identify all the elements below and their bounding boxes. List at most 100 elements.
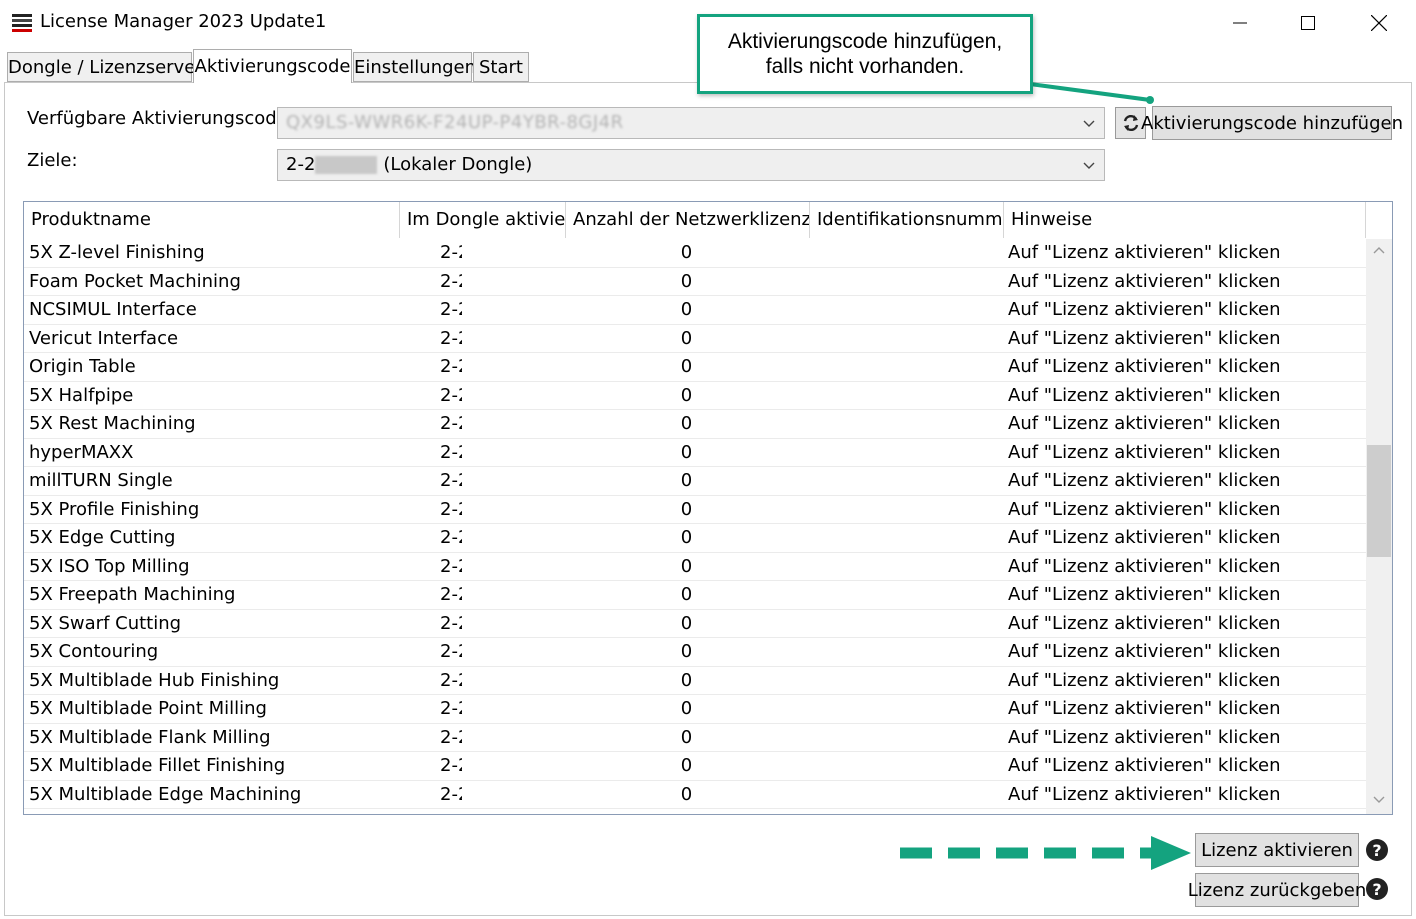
network-license-count: 0 [680, 327, 693, 349]
table-row[interactable]: 5X Multiblade Hub Finishing 2-2 0 Auf "Lize… [24, 667, 1366, 695]
table-row[interactable]: 5X Multiblade Point Milling 2-2 0 Auf "Lize… [24, 695, 1366, 724]
network-license-count: 0 [680, 413, 693, 434]
table-row[interactable]: 5X Freepath Machining 2-2 0 Auf "Lizenz akt… [24, 581, 1366, 610]
targets-suffix: (Lokaler Dongle) [383, 154, 533, 175]
product-name: 5X Edge Cutting [29, 527, 176, 548]
hint-text: Auf "Lizenz aktivieren" klicken [1008, 498, 1281, 520]
hint-text: Auf "Lizenz aktivieren" klicken [1008, 356, 1281, 377]
chevron-down-icon [1083, 120, 1095, 127]
product-name: NCSIMUL Interface [29, 299, 197, 320]
product-name: 5X Z-level Finishing [29, 242, 205, 263]
codes-label: Verfügbare Aktivierungscodes: [27, 108, 304, 129]
dongle-activated: 2-2 [440, 612, 462, 634]
product-name: 5X Multiblade Flank Milling [29, 726, 271, 748]
maximize-icon [1301, 16, 1315, 30]
table-row[interactable]: 5X Swarf Cutting 2-2 0 Auf "Lizenz aktivier… [24, 610, 1366, 638]
help-icon[interactable]: ? [1366, 839, 1388, 861]
chevron-down-icon [1083, 162, 1095, 169]
activation-codes-select[interactable]: QX9LS-WWR6K-F24UP-P4YBR-8GJ4R [277, 107, 1105, 139]
app-icon [12, 13, 32, 33]
table-row[interactable]: 5X Halfpipe 2-2 0 Auf "Lizenz aktivieren" k… [24, 382, 1366, 410]
return-license-button[interactable]: Lizenz zurückgeben [1188, 873, 1366, 907]
product-name: millTURN Single [29, 470, 173, 491]
dongle-activated: 2-2 [440, 498, 462, 520]
vertical-scrollbar[interactable] [1366, 239, 1392, 814]
minimize-icon [1233, 22, 1247, 24]
network-license-count: 0 [680, 698, 693, 719]
table-row[interactable]: hyperMAXX 2-2 0 Auf "Lizenz aktivieren" kli… [24, 439, 1366, 467]
dongle-activated: 2-2 [440, 641, 462, 662]
help-icon[interactable]: ? [1366, 878, 1388, 900]
network-license-count: 0 [680, 270, 693, 292]
scroll-down-icon[interactable] [1372, 795, 1386, 805]
activation-code-value: QX9LS-WWR6K-F24UP-P4YBR-8GJ4R [286, 112, 624, 133]
hint-text: Auf "Lizenz aktivieren" klicken [1008, 470, 1281, 491]
product-name: 5X Contouring [29, 641, 159, 662]
product-name: 5X Multiblade Point Milling [29, 698, 267, 719]
table-row[interactable]: 5X ISO Top Milling 2-2 0 Auf "Lizenz aktivi… [24, 553, 1366, 581]
tab-einstellungen[interactable]: Einstellungen [353, 52, 476, 82]
tab-dongle-lizenzserver[interactable]: Dongle / Lizenzserver [7, 52, 203, 82]
table-row[interactable]: 5X Multiblade Fillet Finishing 2-2 0 Auf "L… [24, 752, 1366, 781]
callout-line-2: falls nicht vorhanden. [765, 55, 965, 78]
network-license-count: 0 [680, 584, 693, 605]
close-icon [1371, 15, 1387, 31]
column-header-produktname[interactable]: Produktname [24, 202, 400, 238]
dongle-activated: 2-2 [440, 441, 462, 463]
arrow-right-icon [900, 836, 1191, 870]
scrollbar-thumb[interactable] [1367, 445, 1391, 557]
hint-text: Auf "Lizenz aktivieren" klicken [1008, 698, 1281, 719]
dongle-activated: 2-2 [440, 299, 462, 320]
column-header-netzwerklizenzen[interactable]: Anzahl der Netzwerklizenzen [566, 202, 810, 238]
column-header-dongle[interactable]: Im Dongle aktiviert [400, 202, 566, 238]
product-name: 5X Profile Finishing [29, 498, 200, 520]
hint-text: Auf "Lizenz aktivieren" klicken [1008, 299, 1281, 320]
table-row[interactable]: 5X Edge Cutting 2-2 0 Auf "Lizenz aktiviere… [24, 524, 1366, 553]
table-row[interactable]: 5X Z-level Finishing 2-2 0 Auf "Lizenz akti… [24, 239, 1366, 268]
hint-text: Auf "Lizenz aktivieren" klicken [1008, 726, 1281, 748]
table-row[interactable]: 5X Profile Finishing 2-2 0 Auf "Lizenz akti… [24, 496, 1366, 524]
network-license-count: 0 [680, 783, 693, 805]
table-row[interactable]: 5X Multiblade Edge Machining 2-2 0 Auf "Liz… [24, 781, 1366, 809]
table-row[interactable]: millTURN Single 2-2 0 Auf "Lizenz aktiviere… [24, 467, 1366, 496]
dongle-activated: 2-2 [440, 384, 462, 406]
hint-text: Auf "Lizenz aktivieren" klicken [1008, 612, 1281, 634]
hint-text: Auf "Lizenz aktivieren" klicken [1008, 584, 1281, 605]
callout-annotation: Aktivierungscode hinzufügen, falls nicht… [697, 14, 1033, 94]
table-row[interactable]: Origin Table 2-2 0 Auf "Lizenz aktivieren" … [24, 353, 1366, 382]
close-button[interactable] [1344, 0, 1414, 46]
table-row[interactable]: 5X Multiblade Flank Milling 2-2 0 Auf "Lize… [24, 724, 1366, 752]
product-name: 5X ISO Top Milling [29, 555, 190, 577]
network-license-count: 0 [680, 299, 693, 320]
column-header-hinweise[interactable]: Hinweise [1004, 202, 1366, 238]
dongle-activated: 2-2 [440, 783, 462, 805]
scroll-up-icon[interactable] [1372, 245, 1386, 255]
minimize-button[interactable] [1205, 0, 1275, 46]
targets-select[interactable]: 2-2 (Lokaler Dongle) [277, 149, 1105, 181]
maximize-button[interactable] [1273, 0, 1343, 46]
tab-start[interactable]: Start [473, 52, 529, 82]
product-name: 5X Multiblade Edge Machining [29, 783, 302, 805]
table-row[interactable]: Foam Pocket Machining 2-2 0 Auf "Lizenz akt… [24, 268, 1366, 296]
dongle-activated: 2-2 [440, 584, 462, 605]
network-license-count: 0 [680, 726, 693, 748]
network-license-count: 0 [680, 384, 693, 406]
dongle-activated: 2-2 [440, 726, 462, 748]
redacted-block [315, 156, 378, 174]
network-license-count: 0 [680, 470, 693, 491]
dongle-activated: 2-2 [440, 470, 462, 491]
column-header-identifikationsnummer[interactable]: Identifikationsnummer [810, 202, 1004, 238]
table-row[interactable]: Vericut Interface 2-2 0 Auf "Lizenz aktivie… [24, 325, 1366, 353]
table-row[interactable]: 5X Rest Machining 2-2 0 Auf "Lizenz aktivie… [24, 410, 1366, 439]
tab-aktivierungscode[interactable]: Aktivierungscode [193, 49, 352, 83]
hint-text: Auf "Lizenz aktivieren" klicken [1008, 413, 1281, 434]
add-activation-code-button[interactable]: Aktivierungscode hinzufügen [1141, 106, 1403, 140]
dongle-activated: 2-2 [440, 527, 462, 548]
table-row[interactable]: 5X Contouring 2-2 0 Auf "Lizenz aktivieren"… [24, 638, 1366, 667]
hint-text: Auf "Lizenz aktivieren" klicken [1008, 384, 1281, 406]
activate-license-button[interactable]: Lizenz aktivieren [1195, 833, 1359, 867]
hint-text: Auf "Lizenz aktivieren" klicken [1008, 555, 1281, 577]
network-license-count: 0 [680, 612, 693, 634]
table-row[interactable]: NCSIMUL Interface 2-2 0 Auf "Lizenz aktivie… [24, 296, 1366, 325]
dongle-activated: 2-2 [440, 242, 462, 263]
